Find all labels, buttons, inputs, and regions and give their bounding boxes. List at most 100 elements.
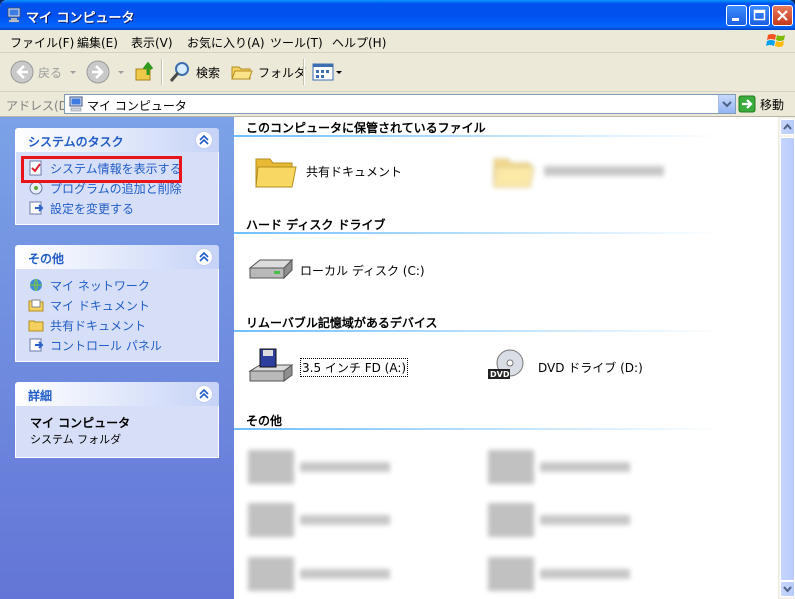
my-network-label: マイ ネットワーク <box>50 278 150 293</box>
blurred-icon <box>488 450 534 484</box>
menu-tools[interactable]: ツール(T) <box>270 34 323 51</box>
toolbar-separator <box>303 59 305 85</box>
section-divider <box>234 330 778 332</box>
address-value: マイ コンピュータ <box>87 99 187 113</box>
other-places-header[interactable]: その他 <box>15 245 219 269</box>
local-disk-c-item[interactable]: ローカル ディスク (C:) <box>246 250 425 290</box>
maximize-button[interactable] <box>749 5 770 26</box>
menu-help[interactable]: ヘルプ(H) <box>332 34 386 51</box>
folder-icon <box>28 320 44 332</box>
dvd-drive-icon: DVD <box>488 349 524 379</box>
chevron-up-icon <box>199 251 209 262</box>
other-item[interactable] <box>488 450 630 484</box>
go-arrow-icon <box>738 95 756 113</box>
windows-logo-icon <box>766 34 785 47</box>
search-button[interactable]: 検索 <box>168 53 220 91</box>
forward-button[interactable] <box>86 53 126 91</box>
menu-edit[interactable]: 編集(E) <box>77 34 118 51</box>
blurred-icon <box>248 450 294 484</box>
details-panel: 詳細 マイ コンピュータ システム フォルダ <box>15 382 219 458</box>
back-label: 戻る <box>38 65 63 80</box>
system-tasks-header[interactable]: システムのタスク <box>15 128 219 152</box>
other-item[interactable] <box>248 557 390 591</box>
blurred-label <box>300 462 390 472</box>
other-item[interactable] <box>248 450 390 484</box>
maximize-icon <box>753 9 766 21</box>
scroll-down-button[interactable] <box>780 581 795 597</box>
other-item[interactable] <box>488 557 630 591</box>
menu-view[interactable]: 表示(V) <box>131 34 173 51</box>
control-panel-link[interactable]: コントロール パネル <box>16 335 218 355</box>
dvd-drive-d-item[interactable]: DVD DVD ドライブ (D:) <box>484 347 643 387</box>
other-places-title: その他 <box>28 252 65 266</box>
forward-arrow-icon <box>86 60 110 84</box>
other-item[interactable] <box>248 503 390 537</box>
computer-icon <box>7 7 21 23</box>
my-documents-label: マイ ドキュメント <box>50 298 150 313</box>
section-divider <box>234 232 778 234</box>
views-icon <box>312 63 334 81</box>
floppy-drive-a-label: 3.5 インチ FD (A:) <box>300 357 409 377</box>
back-arrow-icon <box>10 60 34 84</box>
menu-favorites[interactable]: お気に入り(A) <box>187 34 265 51</box>
close-button[interactable] <box>772 5 793 26</box>
window-title: マイ コンピュータ <box>26 11 135 26</box>
shared-documents-label: 共有ドキュメント <box>50 318 147 333</box>
details-header[interactable]: 詳細 <box>15 382 219 406</box>
highlight-annotation <box>21 156 182 183</box>
floppy-drive-a-item[interactable]: 3.5 インチ FD (A:) <box>246 347 409 387</box>
collapse-button[interactable] <box>195 248 213 266</box>
hard-disk-icon <box>248 258 294 280</box>
my-documents-link[interactable]: マイ ドキュメント <box>16 295 218 315</box>
folder-icon <box>493 158 535 188</box>
vertical-scrollbar[interactable] <box>778 117 795 599</box>
content-area: このコンピュータに保管されているファイル 共有ドキュメント ハード ディスク ド… <box>234 117 778 599</box>
menu-file[interactable]: ファイル(F) <box>10 34 74 51</box>
search-label: 検索 <box>196 65 221 80</box>
chevron-down-icon <box>70 71 77 74</box>
other-places-body: マイ ネットワーク マイ ドキュメント 共有ドキュメント コントロール パネル <box>15 269 219 362</box>
dvd-drive-d-label: DVD ドライブ (D:) <box>538 360 643 375</box>
views-button[interactable] <box>311 53 343 91</box>
blurred-icon <box>488 503 534 537</box>
explorer-window: マイ コンピュータ ファイル(F) 編集(E) 表示(V) お気に入り(A) ツ… <box>0 0 795 599</box>
address-input[interactable]: マイ コンピュータ <box>64 94 736 114</box>
blurred-icon <box>248 503 294 537</box>
local-disk-c-label: ローカル ディスク (C:) <box>300 263 425 278</box>
minimize-button[interactable] <box>726 5 747 26</box>
chevron-down-icon <box>336 71 342 74</box>
control-panel-icon <box>29 338 44 352</box>
back-button[interactable]: 戻る <box>10 53 78 91</box>
change-setting-label: 設定を変更する <box>50 201 135 216</box>
folders-button[interactable]: フォルダ <box>230 53 306 91</box>
shared-documents-item-label: 共有ドキュメント <box>306 164 403 179</box>
menu-bar: ファイル(F) 編集(E) 表示(V) お気に入り(A) ツール(T) ヘルプ(… <box>0 30 795 53</box>
shared-documents-link[interactable]: 共有ドキュメント <box>16 315 218 335</box>
blurred-label <box>540 462 630 472</box>
svg-text:DVD: DVD <box>490 370 510 379</box>
standard-toolbar: 戻る 検索 フォルダ <box>0 53 795 92</box>
up-folder-button[interactable] <box>134 53 156 91</box>
folder-icon <box>255 158 297 188</box>
change-setting-link[interactable]: 設定を変更する <box>16 198 218 218</box>
control-panel-icon <box>29 201 44 215</box>
other-item[interactable] <box>488 503 630 537</box>
chevron-up-icon <box>199 388 209 399</box>
section-title-other: その他 <box>246 414 283 428</box>
collapse-button[interactable] <box>195 131 213 149</box>
section-title-stored-files: このコンピュータに保管されているファイル <box>246 121 486 135</box>
collapse-button[interactable] <box>195 385 213 403</box>
address-dropdown-button[interactable] <box>718 95 735 113</box>
chevron-down-icon <box>118 71 124 74</box>
blurred-icon <box>488 557 534 591</box>
my-network-link[interactable]: マイ ネットワーク <box>16 275 218 295</box>
title-bar[interactable]: マイ コンピュータ <box>0 0 795 30</box>
details-item-name: マイ コンピュータ <box>30 416 131 430</box>
scroll-up-button[interactable] <box>780 119 795 135</box>
shared-documents-item[interactable]: 共有ドキュメント <box>252 151 402 191</box>
go-button[interactable]: 移動 <box>738 95 784 113</box>
blurred-label <box>540 515 630 525</box>
task-pane: システムのタスク システム情報を表示する プログラムの追加と削除 設定を変更する <box>0 117 234 599</box>
user-documents-item[interactable] <box>490 151 664 191</box>
scroll-thumb[interactable] <box>780 137 795 581</box>
